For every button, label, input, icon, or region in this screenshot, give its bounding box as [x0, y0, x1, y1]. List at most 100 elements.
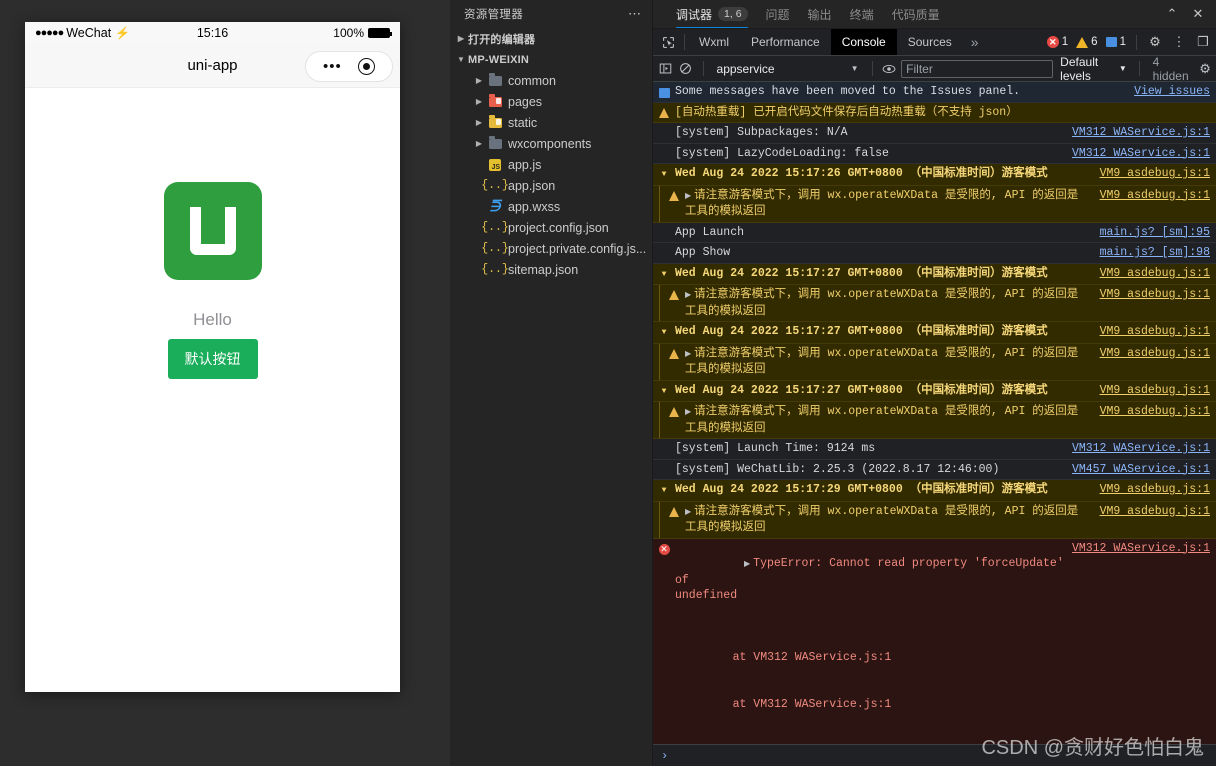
capsule-close-icon[interactable]	[357, 58, 375, 75]
filter-input[interactable]	[901, 59, 1054, 78]
tree-item-app-js[interactable]: JS app.js	[450, 154, 652, 175]
chevron-right-icon[interactable]: ▶	[685, 192, 691, 201]
live-expression-icon[interactable]	[881, 59, 897, 79]
more-tabs-icon[interactable]: »	[963, 29, 987, 55]
console-message-group[interactable]: ▼ Wed Aug 24 2022 15:17:29 GMT+0800 （中国标…	[653, 480, 1216, 502]
message-source-link[interactable]: VM9 asdebug.js:1	[1100, 188, 1216, 204]
message-source-link[interactable]: main.js? [sm]:95	[1100, 225, 1216, 241]
view-issues-link[interactable]: View issues	[1134, 84, 1216, 100]
console-message-warning[interactable]: [自动热重载] 已开启代码文件保存后自动热重载（不支持 json）	[653, 102, 1216, 123]
message-gutter[interactable]: ▼	[653, 166, 675, 183]
default-button[interactable]: 默认按钮	[167, 339, 258, 379]
message-source-link[interactable]: VM9 asdebug.js:1	[1100, 383, 1216, 399]
chevron-right-icon[interactable]: ▶	[685, 508, 691, 517]
console-settings-icon[interactable]: ⚙	[1197, 59, 1213, 79]
console-prompt[interactable]: ›	[653, 744, 1216, 766]
console-message-group-child[interactable]: ▶ 请注意游客模式下，调用 wx.operateWXData 是受限的, API …	[653, 285, 1216, 322]
message-source-link[interactable]: VM457 WAService.js:1	[1072, 462, 1216, 478]
tab-terminal[interactable]: 终端	[841, 0, 883, 28]
message-gutter[interactable]: ▼	[653, 482, 675, 499]
chevron-right-icon[interactable]: ▶	[744, 560, 750, 569]
tab-console[interactable]: Console	[830, 29, 897, 55]
console-message-log[interactable]: App Show main.js? [sm]:98	[653, 243, 1216, 264]
collapse-panel-icon[interactable]: ⌃	[1161, 3, 1183, 25]
chevron-right-icon[interactable]: ▶	[472, 139, 486, 148]
message-source-link[interactable]: VM9 asdebug.js:1	[1100, 166, 1216, 182]
message-gutter[interactable]: ▼	[653, 266, 675, 283]
chevron-down-icon[interactable]: ▼	[662, 267, 667, 283]
tree-item-project-config-json[interactable]: {..} project.config.json	[450, 217, 652, 238]
chevron-right-icon[interactable]: ▶	[685, 408, 691, 417]
chevron-down-icon[interactable]: ▼	[662, 483, 667, 499]
console-message-group-child[interactable]: ▶ 请注意游客模式下，调用 wx.operateWXData 是受限的, API …	[653, 185, 1216, 223]
message-source-link[interactable]: VM312 WAService.js:1	[1072, 146, 1216, 162]
message-source-link[interactable]: VM312 WAService.js:1	[1072, 541, 1216, 557]
error-counter[interactable]: ✕ 1	[1044, 36, 1071, 48]
tab-problems[interactable]: 问题	[757, 0, 799, 28]
devtools-more-menu-icon[interactable]: ⋮	[1168, 31, 1190, 53]
message-source-link[interactable]: main.js? [sm]:98	[1100, 245, 1216, 261]
console-message-log[interactable]: App Launch main.js? [sm]:95	[653, 223, 1216, 243]
message-gutter[interactable]: ▼	[653, 383, 675, 400]
chevron-down-icon[interactable]: ▼	[662, 384, 667, 400]
message-source-link[interactable]: VM9 asdebug.js:1	[1100, 324, 1216, 340]
console-message-group[interactable]: ▼ Wed Aug 24 2022 15:17:26 GMT+0800 （中国标…	[653, 164, 1216, 186]
sidebar-section-mp-weixin[interactable]: ▼ MP-WEIXIN	[450, 49, 652, 70]
console-message-info[interactable]: Some messages have been moved to the Iss…	[653, 82, 1216, 103]
message-source-link[interactable]: VM9 asdebug.js:1	[1100, 346, 1216, 362]
message-source-link[interactable]: VM9 asdebug.js:1	[1100, 482, 1216, 498]
console-message-group-child[interactable]: ▶ 请注意游客模式下，调用 wx.operateWXData 是受限的, API …	[653, 343, 1216, 381]
tree-item-project-private-config-json[interactable]: {..} project.private.config.js...	[450, 238, 652, 259]
chevron-down-icon[interactable]: ▼	[662, 167, 667, 183]
chevron-right-icon[interactable]: ▶	[472, 97, 486, 106]
console-context-select[interactable]: appservice ▼	[713, 62, 863, 76]
devtools-settings-gear-icon[interactable]: ⚙	[1144, 31, 1166, 53]
tab-output[interactable]: 输出	[799, 0, 841, 28]
info-counter[interactable]: 1	[1103, 36, 1129, 48]
chevron-right-icon[interactable]: ▶	[472, 118, 486, 127]
tab-sources[interactable]: Sources	[897, 29, 963, 55]
message-source-link[interactable]: VM312 WAService.js:1	[1072, 125, 1216, 141]
wechat-capsule-button[interactable]: •••	[305, 51, 393, 82]
chevron-right-icon[interactable]: ▶	[472, 76, 486, 85]
message-source-link[interactable]: VM9 asdebug.js:1	[1100, 266, 1216, 282]
tree-item-common[interactable]: ▶ common	[450, 70, 652, 91]
console-message-group[interactable]: ▼ Wed Aug 24 2022 15:17:27 GMT+0800 （中国标…	[653, 322, 1216, 344]
console-sidebar-icon[interactable]	[658, 59, 674, 79]
console-message-log[interactable]: [system] Subpackages: N/A VM312 WAServic…	[653, 123, 1216, 144]
console-message-group[interactable]: ▼ Wed Aug 24 2022 15:17:27 GMT+0800 （中国标…	[653, 380, 1216, 402]
console-message-group[interactable]: ▼ Wed Aug 24 2022 15:17:27 GMT+0800 （中国标…	[653, 263, 1216, 285]
ellipsis-icon[interactable]: ⋯	[628, 6, 642, 22]
tree-item-pages[interactable]: ▶ pages	[450, 91, 652, 112]
message-source-link[interactable]: VM9 asdebug.js:1	[1100, 287, 1216, 303]
tab-debugger[interactable]: 调试器 1, 6	[667, 0, 757, 28]
stack-line[interactable]: at VM312 WAService.js:1	[705, 650, 1066, 666]
inspect-element-icon[interactable]	[655, 29, 681, 55]
stack-line[interactable]: at VM312 WAService.js:1	[705, 697, 1066, 713]
sidebar-section-open-editors[interactable]: ▶ 打开的编辑器	[450, 28, 652, 49]
tree-item-app-wxss[interactable]: ⋽ app.wxss	[450, 196, 652, 217]
message-gutter[interactable]: ▼	[653, 324, 675, 341]
capsule-menu-icon[interactable]: •••	[323, 58, 342, 75]
console-message-log[interactable]: [system] LazyCodeLoading: false VM312 WA…	[653, 144, 1216, 164]
tree-item-wxcomponents[interactable]: ▶ wxcomponents	[450, 133, 652, 154]
console-message-group-child[interactable]: ▶ 请注意游客模式下，调用 wx.operateWXData 是受限的, API …	[653, 402, 1216, 439]
console-message-list[interactable]: Some messages have been moved to the Iss…	[653, 82, 1216, 744]
devtools-dock-icon[interactable]: ❐	[1192, 31, 1214, 53]
tab-code-quality[interactable]: 代码质量	[883, 0, 949, 28]
close-panel-icon[interactable]: ✕	[1187, 3, 1209, 25]
tree-item-static[interactable]: ▶ static	[450, 112, 652, 133]
chevron-right-icon[interactable]: ▶	[685, 350, 691, 359]
console-message-group-child[interactable]: ▶ 请注意游客模式下，调用 wx.operateWXData 是受限的, API …	[653, 501, 1216, 539]
console-message-error[interactable]: ✕ ▶ TypeError: Cannot read property 'forc…	[653, 538, 1216, 744]
tree-item-sitemap-json[interactable]: {..} sitemap.json	[450, 259, 652, 280]
console-message-log[interactable]: [system] Launch Time: 9124 ms VM312 WASe…	[653, 439, 1216, 460]
tab-performance[interactable]: Performance	[740, 29, 831, 55]
warning-counter[interactable]: 6	[1073, 36, 1100, 48]
tab-wxml[interactable]: Wxml	[688, 29, 740, 55]
log-levels-select[interactable]: Default levels ▼	[1057, 55, 1130, 83]
clear-console-icon[interactable]	[678, 59, 694, 79]
chevron-right-icon[interactable]: ▶	[685, 291, 691, 300]
message-source-link[interactable]: VM9 asdebug.js:1	[1100, 404, 1216, 420]
message-source-link[interactable]: VM312 WAService.js:1	[1072, 441, 1216, 457]
